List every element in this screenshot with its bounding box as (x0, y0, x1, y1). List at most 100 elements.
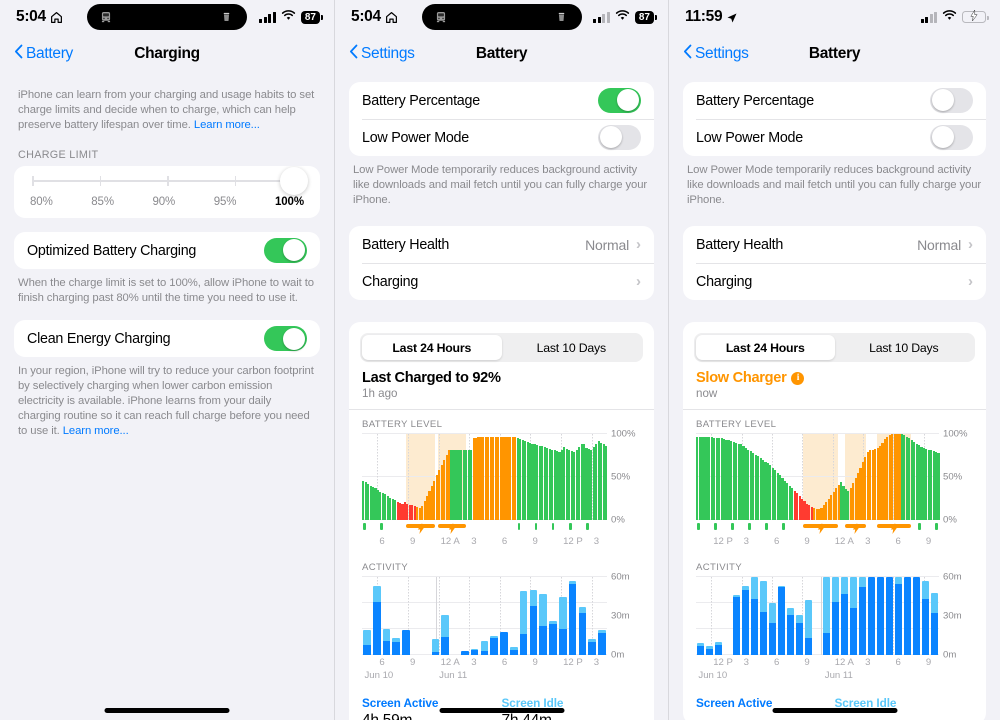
screen-idle-value: 7h 44m (502, 712, 642, 720)
charging-indicator-strip (696, 521, 939, 535)
screen-active-bar (859, 587, 866, 656)
segment-last-24-hours[interactable]: Last 24 Hours (696, 335, 835, 361)
home-indicator-3[interactable] (772, 708, 897, 713)
segment-last-24-hours[interactable]: Last 24 Hours (362, 335, 502, 361)
location-icon (726, 11, 738, 23)
activity-bars (696, 577, 939, 656)
dynamic-island[interactable] (87, 4, 247, 30)
x-tick-label: 6 (895, 536, 901, 548)
status-bar-2: 5:04 87 (335, 0, 668, 34)
timeframe-segmented-control[interactable]: Last 24 Hours Last 10 Days (360, 333, 643, 363)
cup-icon (221, 10, 235, 25)
row-low-power-mode-3[interactable]: Low Power Mode (683, 119, 986, 156)
bar-stack (559, 577, 567, 656)
bar-stack (742, 577, 749, 656)
info-icon[interactable]: i (791, 371, 805, 385)
segment-last-10-days[interactable]: Last 10 Days (502, 335, 642, 360)
y-tick-label: 0% (611, 514, 625, 526)
home-indicator-2[interactable] (439, 708, 564, 713)
back-button-battery[interactable]: Battery (14, 44, 73, 64)
dynamic-island-2[interactable] (421, 4, 582, 30)
battery-percentage-toggle[interactable] (598, 87, 641, 114)
bar-stack (392, 577, 401, 656)
row-label: Battery Health (696, 236, 784, 253)
slider-label-85: 85% (91, 196, 114, 209)
x-tick-label: 12 A (834, 536, 854, 548)
cup-icon (556, 10, 570, 25)
battery-percent-badge: 87 (300, 10, 324, 24)
screen-idle-bar (441, 614, 450, 637)
toggle-knob (599, 126, 622, 149)
segment-last-10-days[interactable]: Last 10 Days (835, 335, 974, 360)
x-tick-label: 12 P (563, 536, 583, 548)
row-label: Low Power Mode (696, 129, 803, 146)
back-button-settings[interactable]: Settings (349, 44, 415, 64)
nav-bar: Battery Charging (0, 34, 334, 74)
bar-stack (549, 577, 557, 656)
screen-active-bar (461, 651, 469, 656)
bar-stack (706, 577, 713, 656)
y-axis-labels: 0m 30m 60m (939, 572, 973, 661)
screenshot-root: 5:04 87 Battery Charging iPhone can lear… (0, 0, 1000, 720)
slider-label-100: 100% (274, 196, 304, 209)
chart-area: 12 P 3 6 9 12 A 3 6 9 0% 50% 100% (696, 429, 973, 549)
home-indicator[interactable] (104, 708, 230, 713)
clean-energy-charging-toggle[interactable] (264, 325, 307, 352)
learn-more-link-2[interactable]: Learn more... (63, 425, 129, 437)
optimized-battery-charging-toggle[interactable] (264, 237, 307, 264)
row-charging[interactable]: Charging › (349, 263, 654, 300)
row-low-power-mode[interactable]: Low Power Mode (349, 119, 654, 156)
discharge-mark (697, 522, 700, 530)
bar-stack (724, 577, 731, 655)
x-tick-label: 9 (804, 536, 810, 548)
battery-percentage-toggle[interactable] (930, 87, 973, 114)
y-tick-label: 50% (611, 471, 631, 483)
screen-idle-bar (769, 603, 776, 623)
slider-label-95: 95% (213, 196, 237, 209)
y-tick-label: 100% (943, 428, 968, 440)
slider-knob[interactable] (280, 167, 308, 196)
x-axis-labels: 6 9 12 A 3 6 9 12 P 3 (362, 536, 607, 549)
discharge-mark (748, 522, 751, 530)
row-label: Charging (696, 273, 753, 290)
row-battery-health[interactable]: Battery Health Normal › (349, 226, 654, 263)
low-power-mode-toggle[interactable] (598, 124, 641, 151)
home-icon (385, 11, 398, 24)
x-tick-label: 9 (925, 657, 932, 669)
row-charging-3[interactable]: Charging › (683, 263, 986, 300)
back-button-settings-3[interactable]: Settings (683, 44, 749, 64)
row-battery-percentage[interactable]: Battery Percentage (349, 82, 654, 119)
bar-stack (877, 577, 884, 656)
x-tick-label: 3 (743, 536, 749, 548)
row-clean-energy-charging[interactable]: Clean Energy Charging (14, 320, 320, 357)
cellular-icon (593, 11, 610, 23)
screen-idle-bar (931, 592, 938, 614)
row-battery-health-3[interactable]: Battery Health Normal › (683, 226, 986, 263)
toggle-knob (617, 89, 640, 112)
screen-idle-bar (372, 586, 381, 602)
row-battery-percentage-3[interactable]: Battery Percentage (683, 82, 986, 119)
low-power-mode-toggle[interactable] (930, 124, 973, 151)
panel-battery-24h: 5:04 87 Settings Battery Battery Percent… (334, 0, 668, 720)
battery-level-chart-p2: BATTERY LEVEL 6 9 12 A 3 6 9 12 P 3 0% 50% 100% (349, 410, 654, 553)
last-charged-subtitle: 1h ago (362, 387, 398, 401)
bar-stack (578, 577, 587, 656)
plot-canvas (696, 433, 940, 521)
bar-stack (868, 577, 875, 656)
bar-stack (922, 577, 929, 656)
learn-more-link[interactable]: Learn more... (194, 119, 260, 131)
x-tick-label: 3 (593, 657, 600, 669)
row-optimized-battery-charging[interactable]: Optimized Battery Charging (14, 232, 320, 269)
status-time-2: 5:04 (351, 8, 398, 26)
discharge-mark (918, 522, 921, 530)
slider-track[interactable] (32, 167, 308, 196)
home-icon (50, 11, 63, 24)
charge-limit-slider[interactable]: 80% 85% 90% 95% 100% (14, 166, 320, 218)
clean-energy-charging-footnote: In your region, iPhone will try to reduc… (14, 357, 320, 439)
x-tick-label: 9 (925, 536, 932, 548)
bar-stack (814, 577, 821, 655)
date-label: Jun 10 (698, 670, 728, 682)
timeframe-segmented-control-3[interactable]: Last 24 Hours Last 10 Days (694, 333, 975, 363)
screen-active-bar (490, 638, 499, 656)
slow-charger-title-row: Slow Charger i (696, 370, 973, 386)
